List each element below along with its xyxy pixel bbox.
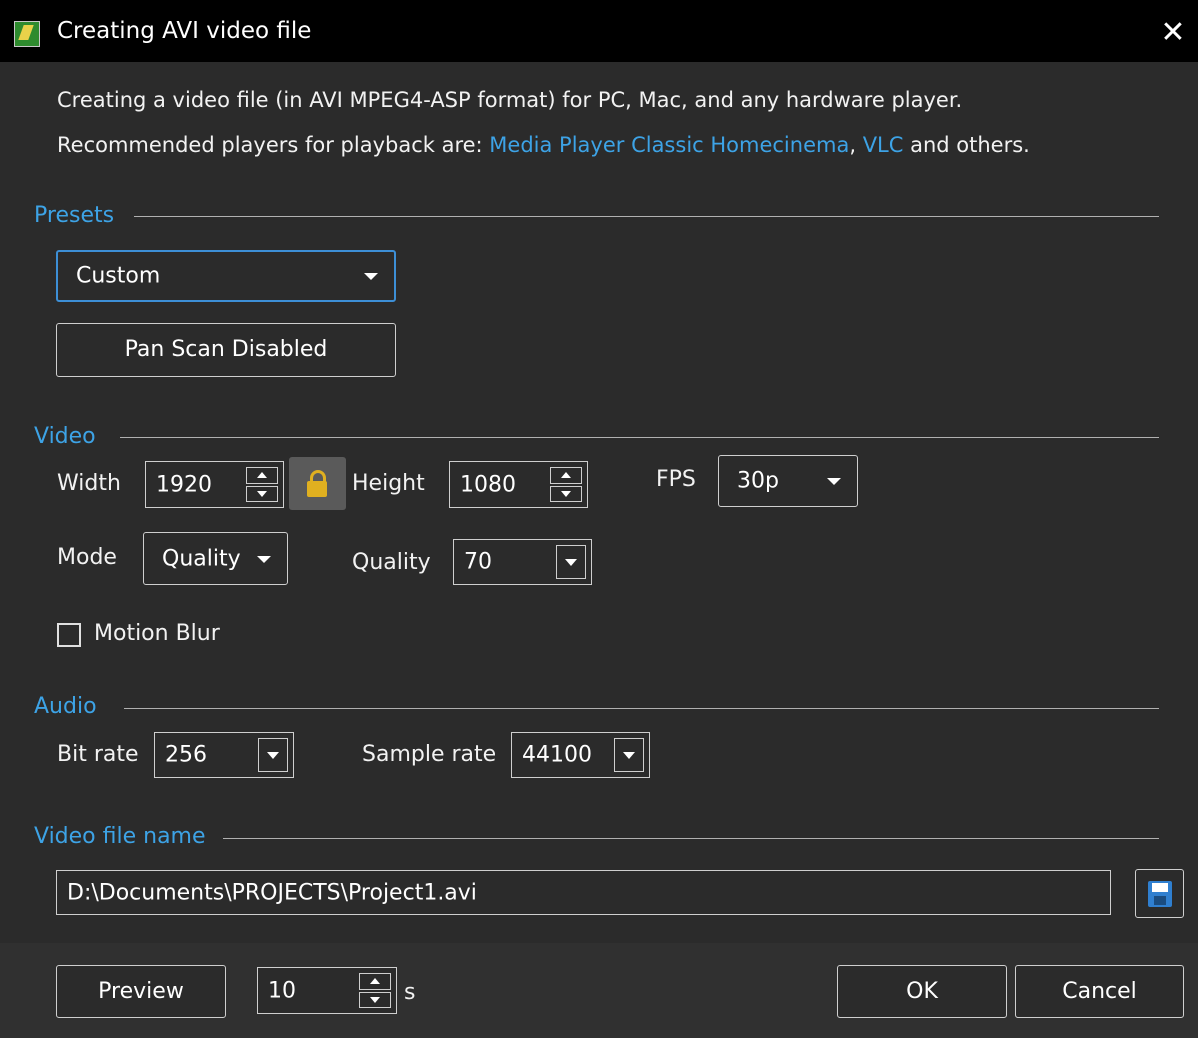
bitrate-dropdown[interactable]: 256 (154, 732, 294, 778)
presets-divider (134, 216, 1159, 217)
quality-label: Quality (352, 550, 431, 575)
chevron-down-icon[interactable] (614, 738, 644, 772)
preview-seconds-decrement[interactable] (359, 991, 391, 1008)
floppy-disk-icon (1148, 881, 1172, 907)
fps-value: 30p (737, 468, 779, 494)
file-divider (223, 838, 1159, 839)
ok-button[interactable]: OK (837, 965, 1007, 1018)
file-path-input[interactable]: D:\Documents\PROJECTS\Project1.avi (56, 870, 1111, 915)
window-title: Creating AVI video file (57, 18, 312, 44)
mode-value: Quality (162, 546, 241, 571)
width-increment[interactable] (246, 467, 278, 484)
file-section-label: Video file name (34, 824, 206, 849)
description-line-2: Recommended players for playback are: Me… (57, 133, 1030, 157)
chevron-down-icon (827, 478, 841, 485)
cancel-button[interactable]: Cancel (1015, 965, 1184, 1018)
preset-dropdown[interactable]: Custom (56, 250, 396, 302)
fps-dropdown[interactable]: 30p (718, 455, 858, 507)
quality-dropdown[interactable]: 70 (453, 539, 592, 585)
seconds-unit-label: s (404, 980, 416, 1005)
chevron-down-icon (364, 273, 378, 280)
height-value: 1080 (460, 472, 516, 497)
width-value: 1920 (156, 472, 212, 497)
height-spinner[interactable] (550, 467, 582, 502)
audio-section-label: Audio (34, 694, 97, 719)
preview-seconds-value: 10 (268, 978, 296, 1003)
fps-label: FPS (656, 467, 696, 492)
preview-seconds-increment[interactable] (359, 973, 391, 990)
height-label: Height (352, 471, 425, 496)
preview-seconds-input[interactable]: 10 (257, 967, 397, 1014)
description-line-1: Creating a video file (in AVI MPEG4-ASP … (57, 88, 963, 112)
width-input[interactable]: 1920 (145, 461, 284, 508)
height-increment[interactable] (550, 467, 582, 484)
pan-scan-button[interactable]: Pan Scan Disabled (56, 323, 396, 377)
width-label: Width (57, 471, 121, 496)
link-mpc-hc[interactable]: Media Player Classic Homecinema (489, 133, 849, 157)
link-vlc[interactable]: VLC (863, 133, 904, 157)
video-section-label: Video (34, 424, 96, 449)
save-file-button[interactable] (1135, 869, 1184, 918)
aspect-lock-button[interactable] (289, 457, 346, 510)
samplerate-label: Sample rate (362, 742, 497, 767)
height-decrement[interactable] (550, 485, 582, 502)
app-icon (14, 21, 40, 47)
audio-divider (124, 708, 1159, 709)
chevron-down-icon[interactable] (556, 545, 586, 579)
mode-dropdown[interactable]: Quality (143, 532, 288, 585)
title-bar: Creating AVI video file ✕ (0, 0, 1198, 62)
description-separator: , (849, 133, 863, 157)
samplerate-dropdown[interactable]: 44100 (511, 732, 650, 778)
preview-seconds-spinner[interactable] (359, 973, 391, 1008)
close-icon[interactable]: ✕ (1148, 10, 1198, 56)
video-divider (120, 437, 1159, 438)
mode-label: Mode (57, 545, 117, 570)
presets-section-label: Presets (34, 203, 115, 228)
chevron-down-icon[interactable] (258, 738, 288, 772)
bitrate-label: Bit rate (57, 742, 139, 767)
preview-button[interactable]: Preview (56, 965, 226, 1018)
samplerate-value: 44100 (522, 742, 592, 768)
motion-blur-label[interactable]: Motion Blur (94, 621, 220, 646)
width-spinner[interactable] (246, 467, 278, 502)
file-path-value: D:\Documents\PROJECTS\Project1.avi (67, 880, 477, 905)
chevron-down-icon (257, 555, 271, 563)
description-suffix: and others. (903, 133, 1030, 157)
width-decrement[interactable] (246, 485, 278, 502)
description-prefix: Recommended players for playback are: (57, 133, 490, 157)
bitrate-value: 256 (165, 742, 207, 768)
quality-value: 70 (464, 549, 492, 575)
lock-icon (307, 481, 327, 497)
preset-dropdown-value: Custom (76, 263, 161, 289)
height-input[interactable]: 1080 (449, 461, 588, 508)
motion-blur-checkbox[interactable] (57, 623, 81, 647)
